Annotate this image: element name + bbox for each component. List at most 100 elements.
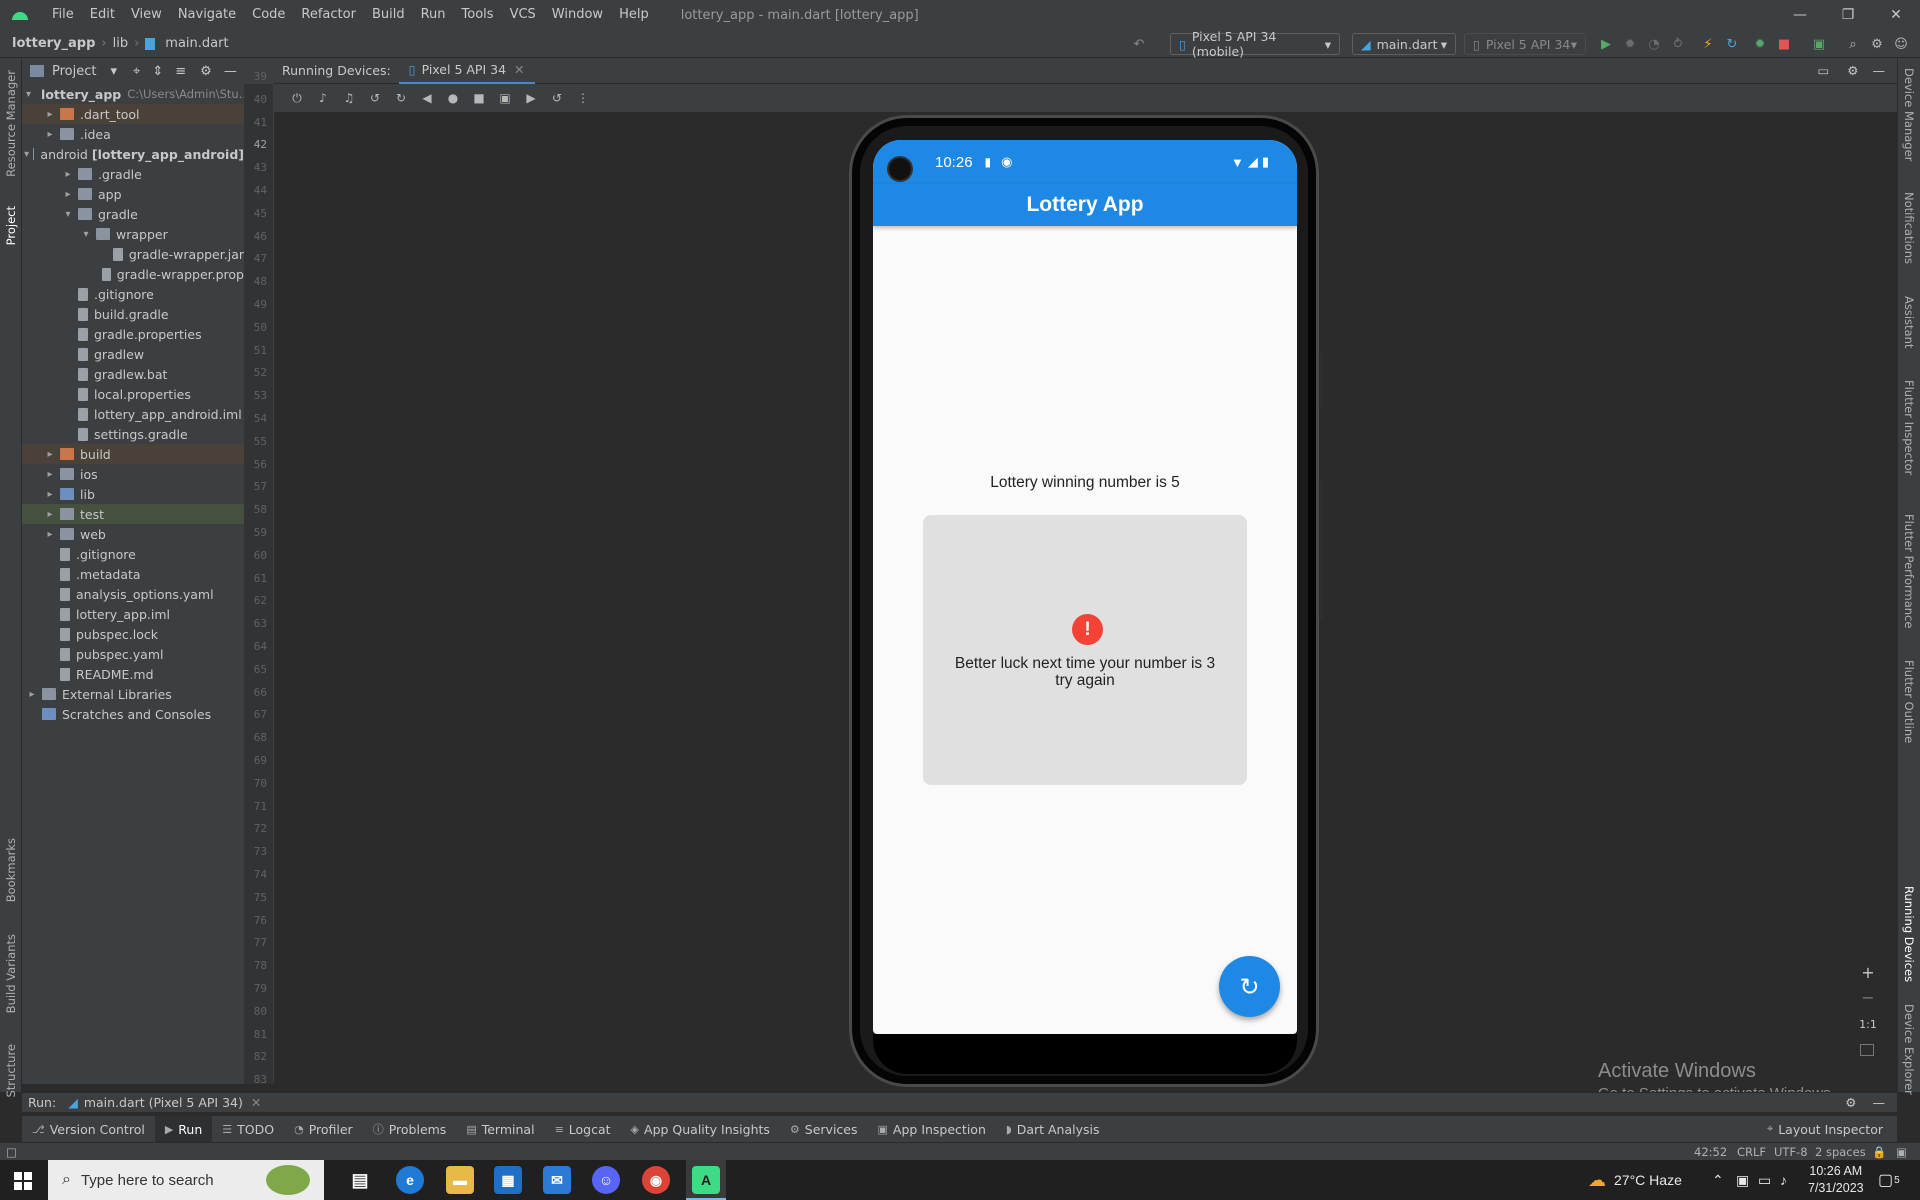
flutter-performance-tab[interactable]: Flutter Performance xyxy=(1902,514,1916,628)
device-manager-icon[interactable]: ▣ xyxy=(1808,33,1830,55)
phone-screen[interactable]: 10:26 ▮ ◉ ▼ ◢ ▮ Lottery App Lottery winn… xyxy=(873,140,1297,1034)
chevron-down-icon[interactable]: ▾ xyxy=(24,149,29,160)
chevron-down-icon[interactable]: ▾ xyxy=(62,209,74,220)
tree-file[interactable]: .gitignore xyxy=(22,284,244,304)
tree-folder[interactable]: ▸ lib xyxy=(22,484,244,504)
tree-folder[interactable]: ▸ .dart_tool xyxy=(22,104,244,124)
hide-panel-icon[interactable]: — xyxy=(1873,1095,1886,1110)
close-icon[interactable]: ✕ xyxy=(251,1095,261,1110)
tree-file[interactable]: .gitignore xyxy=(22,544,244,564)
chevron-down-icon[interactable]: ▾ xyxy=(110,64,117,79)
memory-icon[interactable]: ▣ xyxy=(1896,1145,1907,1159)
overview-icon[interactable]: ■ xyxy=(466,87,492,109)
zoom-in-icon[interactable]: + xyxy=(1858,963,1878,983)
gear-icon[interactable]: ⚙ xyxy=(1847,63,1858,78)
tree-folder[interactable]: ▸ ios xyxy=(22,464,244,484)
tab-logcat[interactable]: ≡ Logcat xyxy=(545,1116,621,1143)
tab-pixel-5[interactable]: ▯ Pixel 5 API 34 ✕ xyxy=(398,58,535,84)
chevron-right-icon[interactable]: ▸ xyxy=(44,129,56,140)
refresh-fab-button[interactable]: ↻ xyxy=(1219,956,1280,1017)
screen-record-icon[interactable]: ▶ xyxy=(518,87,544,109)
tree-folder[interactable]: ▾ android [lottery_app_android] xyxy=(22,144,244,164)
tree-file[interactable]: gradlew xyxy=(22,344,244,364)
chevron-down-icon[interactable]: ▾ xyxy=(80,229,92,240)
assistant-tab[interactable]: Assistant xyxy=(1902,296,1916,348)
tab-app-inspection[interactable]: ▣ App Inspection xyxy=(868,1116,996,1143)
tree-file[interactable]: pubspec.yaml xyxy=(22,644,244,664)
menu-item-window[interactable]: Window xyxy=(544,0,611,30)
volume-icon[interactable]: ♪ xyxy=(1780,1160,1787,1200)
tab-profiler[interactable]: ◔ Profiler xyxy=(284,1116,363,1143)
resource-manager-tab[interactable]: Resource Manager xyxy=(4,70,18,177)
notifications-tab[interactable]: Notifications xyxy=(1902,192,1916,264)
zoom-out-icon[interactable]: − xyxy=(1858,988,1878,1008)
tree-file[interactable]: .metadata xyxy=(22,564,244,584)
gear-icon[interactable]: ⚙ xyxy=(1866,33,1888,55)
tree-file[interactable]: README.md xyxy=(22,664,244,684)
breadcrumb-project[interactable]: lottery_app xyxy=(0,36,101,51)
taskbar-search-box[interactable]: ⌕ Type here to search xyxy=(48,1160,324,1200)
hot-restart-icon[interactable]: ↻ xyxy=(1721,33,1743,55)
structure-tab[interactable]: Structure xyxy=(4,1044,18,1098)
menu-item-view[interactable]: View xyxy=(123,0,170,30)
file-explorer-icon[interactable]: ▬ xyxy=(446,1166,474,1194)
menu-item-build[interactable]: Build xyxy=(364,0,413,30)
tree-folder[interactable]: ▸ build xyxy=(22,444,244,464)
tab-todo[interactable]: ☰ TODO xyxy=(212,1116,284,1143)
menu-item-file[interactable]: File xyxy=(44,0,82,30)
gear-icon[interactable]: ⚙ xyxy=(200,64,212,79)
lock-icon[interactable]: 🔒 xyxy=(1872,1145,1886,1159)
tree-folder[interactable]: ▾ wrapper xyxy=(22,224,244,244)
edge-browser-icon[interactable]: e xyxy=(396,1166,424,1194)
volume-up-icon[interactable]: ♪ xyxy=(310,87,336,109)
vcs-arrow-icon[interactable]: ↶ xyxy=(1128,33,1150,55)
weather-widget[interactable]: ☁ 27°C Haze xyxy=(1588,1160,1682,1200)
tree-file[interactable]: local.properties xyxy=(22,384,244,404)
chevron-right-icon[interactable]: ▸ xyxy=(26,689,38,700)
line-separator[interactable]: CRLF xyxy=(1737,1145,1766,1159)
tree-file[interactable]: lottery_app.iml xyxy=(22,604,244,624)
breadcrumb-file[interactable]: main.dart xyxy=(159,36,234,51)
running-devices-tab[interactable]: Running Devices xyxy=(1902,886,1916,982)
tab-version-control[interactable]: ⎇ Version Control xyxy=(22,1116,155,1143)
collapse-all-icon[interactable]: ≡ xyxy=(175,64,186,79)
hide-panel-icon[interactable]: — xyxy=(224,64,237,79)
tree-folder[interactable]: ▾ gradle xyxy=(22,204,244,224)
close-window-button[interactable]: ✕ xyxy=(1873,0,1919,30)
chevron-right-icon[interactable]: ▸ xyxy=(44,109,56,120)
menu-item-edit[interactable]: Edit xyxy=(82,0,123,30)
gear-icon[interactable]: ⚙ xyxy=(1845,1095,1856,1110)
microsoft-store-icon[interactable]: ▦ xyxy=(494,1166,522,1194)
attach-icon[interactable]: ⥁ xyxy=(1667,33,1689,55)
tree-file[interactable]: gradlew.bat xyxy=(22,364,244,384)
tab-dart-analysis[interactable]: ◗ Dart Analysis xyxy=(996,1116,1110,1143)
expand-all-icon[interactable]: ⇕ xyxy=(152,64,163,79)
tree-file[interactable]: Scratches and Consoles xyxy=(22,704,244,724)
windows-start-icon[interactable] xyxy=(14,1172,32,1190)
network-icon[interactable]: ▭ xyxy=(1758,1160,1771,1200)
locate-icon[interactable]: ⌖ xyxy=(133,64,140,79)
reset-icon[interactable]: ↺ xyxy=(544,87,570,109)
power-icon[interactable]: ⏻ xyxy=(284,87,310,109)
tree-file[interactable]: analysis_options.yaml xyxy=(22,584,244,604)
chevron-right-icon[interactable]: ▸ xyxy=(44,509,56,520)
tab-run[interactable]: ▶ Run xyxy=(154,1115,213,1143)
chevron-right-icon[interactable]: ▸ xyxy=(44,449,56,460)
flutter-outline-tab[interactable]: Flutter Outline xyxy=(1902,660,1916,743)
chevron-right-icon[interactable]: ▸ xyxy=(44,489,56,500)
tree-file[interactable]: build.gradle xyxy=(22,304,244,324)
tree-file[interactable]: gradle.properties xyxy=(22,324,244,344)
more-options-icon[interactable]: ⋮ xyxy=(570,87,596,109)
tree-file[interactable]: lottery_app_android.iml xyxy=(22,404,244,424)
menu-item-help[interactable]: Help xyxy=(611,0,657,30)
hide-panel-icon[interactable]: — xyxy=(1873,63,1886,78)
home-icon[interactable]: ● xyxy=(440,87,466,109)
rotate-right-icon[interactable]: ↻ xyxy=(388,87,414,109)
tree-file[interactable]: pubspec.lock xyxy=(22,624,244,644)
tree-file[interactable]: ▸ External Libraries xyxy=(22,684,244,704)
device-explorer-tab[interactable]: Device Explorer xyxy=(1902,1004,1916,1095)
zoom-fit-icon[interactable] xyxy=(1860,1044,1874,1056)
chevron-right-icon[interactable]: ▸ xyxy=(44,529,56,540)
tree-root[interactable]: ▾ lottery_app C:\Users\Admin\Stu... xyxy=(22,84,244,104)
breadcrumb-folder[interactable]: lib xyxy=(107,36,134,51)
